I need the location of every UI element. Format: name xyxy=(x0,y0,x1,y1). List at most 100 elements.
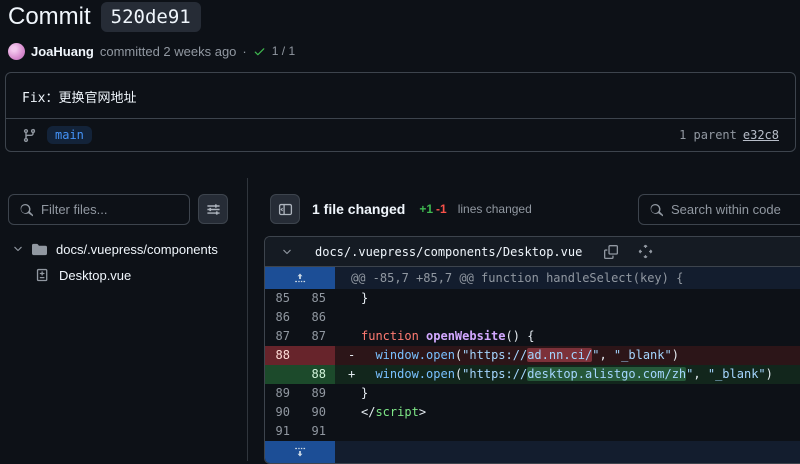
content-area: docs/.vuepress/components Desktop.vue 1 … xyxy=(0,178,800,461)
diff-marker xyxy=(335,384,361,403)
diff-toolbar: 1 file changed +1 -1 lines changed xyxy=(270,194,532,224)
diff-table: @@ -85,7 +85,7 @@ function handleSelect(… xyxy=(265,267,800,463)
code-segment: > xyxy=(419,405,426,419)
file-diff-icon xyxy=(36,268,50,282)
code-search-field xyxy=(638,194,800,225)
expand-up-icon xyxy=(293,271,307,285)
avatar[interactable] xyxy=(8,43,25,60)
new-line-number[interactable]: 91 xyxy=(299,422,335,441)
copy-icon xyxy=(604,245,618,259)
expand-down-button[interactable] xyxy=(265,441,335,463)
old-line-number[interactable]: 85 xyxy=(265,289,299,308)
checks-count[interactable]: 1 / 1 xyxy=(272,44,295,58)
code-segment: () { xyxy=(506,329,535,343)
code-segment xyxy=(361,348,375,362)
old-line-number[interactable]: 88 xyxy=(265,346,299,365)
code-segment: "https:// xyxy=(462,348,527,362)
new-line-number[interactable]: 85 xyxy=(299,289,335,308)
move-arrows-icon xyxy=(638,244,653,259)
commit-time: committed 2 weeks ago xyxy=(100,44,237,59)
diff-line-context: 8989} xyxy=(265,384,800,403)
folder-name: docs/.vuepress/components xyxy=(56,242,218,257)
collapse-file-tree-button[interactable] xyxy=(270,194,300,224)
code-line: } xyxy=(361,384,800,403)
commit-message: Fix：更换官网地址 xyxy=(6,73,795,118)
old-line-number[interactable]: 86 xyxy=(265,308,299,327)
file-name: Desktop.vue xyxy=(59,268,131,283)
search-icon xyxy=(649,203,663,217)
commit-footer: main 1 parent e32c8 xyxy=(6,118,795,151)
new-line-number[interactable]: 88 xyxy=(299,365,335,384)
checks-passed-icon[interactable] xyxy=(253,45,266,58)
deletions-count: -1 xyxy=(436,202,447,216)
expand-down-icon xyxy=(293,445,307,459)
code-segment: window.open xyxy=(375,367,454,381)
parent-sha-link[interactable]: e32c8 xyxy=(743,128,779,142)
page-header: Commit 520de91 JoaHuang committed 2 week… xyxy=(8,2,295,61)
code-search-input[interactable] xyxy=(639,195,800,224)
diff-marker: - xyxy=(335,346,361,365)
file-tree: docs/.vuepress/components Desktop.vue xyxy=(0,236,247,288)
file-filter-button[interactable] xyxy=(198,194,228,224)
drag-file-button[interactable] xyxy=(636,242,655,261)
lines-changed-label: lines changed xyxy=(458,202,532,216)
files-changed-label: 1 file changed xyxy=(312,201,405,217)
old-line-number[interactable]: 90 xyxy=(265,403,299,422)
collapse-diff-button[interactable] xyxy=(275,244,299,260)
expand-up-button[interactable] xyxy=(265,267,335,289)
code-segment xyxy=(419,329,426,343)
diff-file-path[interactable]: docs/.vuepress/components/Desktop.vue xyxy=(315,245,582,259)
code-segment: "_blank" xyxy=(614,348,672,362)
old-line-number[interactable]: 89 xyxy=(265,384,299,403)
new-line-number[interactable]: 89 xyxy=(299,384,335,403)
diff-marker xyxy=(335,327,361,346)
code-segment: openWebsite xyxy=(426,329,505,343)
new-line-number[interactable]: 90 xyxy=(299,403,335,422)
old-line-number[interactable]: 87 xyxy=(265,327,299,346)
chevron-down-icon xyxy=(12,243,24,255)
author-name[interactable]: JoaHuang xyxy=(31,44,94,59)
tree-file-row[interactable]: Desktop.vue xyxy=(0,262,247,288)
search-icon xyxy=(19,203,33,217)
code-segment: desktop.alistgo.com/zh xyxy=(527,367,686,381)
parent-label: 1 parent xyxy=(679,128,737,142)
sidebar-panel-icon xyxy=(278,202,293,217)
code-segment: , xyxy=(693,367,707,381)
diff-main: 1 file changed +1 -1 lines changed docs/… xyxy=(264,178,800,461)
diff-line-context: 9191 xyxy=(265,422,800,441)
additions-count: +1 xyxy=(419,202,433,216)
diff-marker xyxy=(335,308,361,327)
code-segment: function xyxy=(361,329,419,343)
code-segment: ) xyxy=(672,348,679,362)
tree-folder-row[interactable]: docs/.vuepress/components xyxy=(0,236,247,262)
diff-marker xyxy=(335,403,361,422)
code-segment: script xyxy=(375,405,418,419)
diff-marker xyxy=(335,289,361,308)
diffstat: +1 -1 xyxy=(419,202,446,216)
code-line: </script> xyxy=(361,403,800,422)
old-line-number[interactable] xyxy=(265,365,299,384)
branch-badge[interactable]: main xyxy=(47,126,92,144)
code-line: window.open("https://ad.nn.ci/", "_blank… xyxy=(361,346,800,365)
code-segment: "_blank" xyxy=(708,367,766,381)
code-line: window.open("https://desktop.alistgo.com… xyxy=(361,365,800,384)
commit-sha-badge: 520de91 xyxy=(101,2,201,32)
code-segment: } xyxy=(361,291,368,305)
folder-icon xyxy=(32,242,47,257)
code-line xyxy=(361,308,800,327)
meta-separator: · xyxy=(242,44,246,59)
filter-files-input[interactable] xyxy=(9,195,189,224)
code-segment: ad.nn.ci/ xyxy=(527,348,592,362)
code-segment: </ xyxy=(361,405,375,419)
expander-row xyxy=(265,441,800,463)
diff-line-context: 8686 xyxy=(265,308,800,327)
new-line-number[interactable]: 86 xyxy=(299,308,335,327)
new-line-number[interactable] xyxy=(299,346,335,365)
old-line-number[interactable]: 91 xyxy=(265,422,299,441)
copy-path-button[interactable] xyxy=(602,243,620,261)
diff-marker: + xyxy=(335,365,361,384)
diff-line-add: 88+ window.open("https://desktop.alistgo… xyxy=(265,365,800,384)
hunk-row: @@ -85,7 +85,7 @@ function handleSelect(… xyxy=(265,267,800,289)
new-line-number[interactable]: 87 xyxy=(299,327,335,346)
file-tree-sidebar: docs/.vuepress/components Desktop.vue xyxy=(0,178,248,461)
